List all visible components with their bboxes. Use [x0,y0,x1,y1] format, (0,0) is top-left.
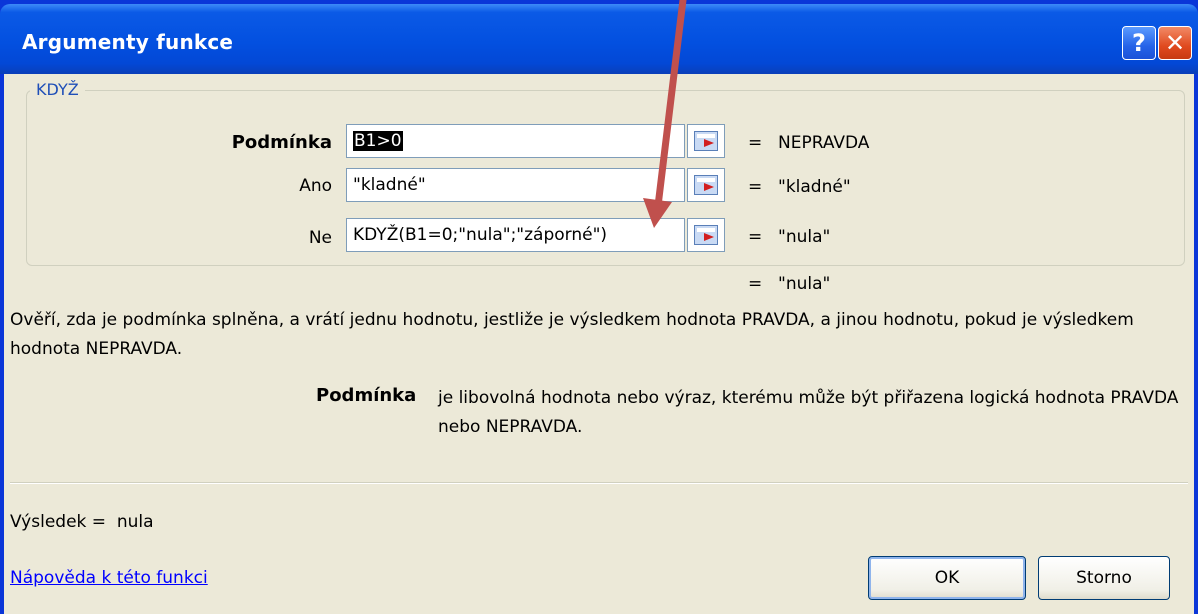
close-icon[interactable]: ✕ [1158,26,1192,60]
collapse-dialog-icon [694,175,718,195]
ne-input[interactable]: KDYŽ(B1=0;"nula";"záporné") [346,218,685,252]
ne-value: KDYŽ(B1=0;"nula";"záporné") [353,225,608,245]
ok-button[interactable]: OK [868,556,1026,600]
function-name: KDYŽ [30,80,85,99]
arg-label-ano: Ano [299,176,332,196]
result-line: Výsledek = nula [10,512,154,532]
podminka-input[interactable]: B1>0 [346,124,685,158]
collapse-dialog-button[interactable] [687,124,725,158]
collapse-dialog-icon [694,131,718,151]
help-icon[interactable]: ? [1122,26,1156,60]
arg-result-ne: = "nula" [748,227,831,247]
formula-result: = "nula" [748,274,831,294]
arg-result-podminka: = NEPRAVDA [748,133,870,153]
ano-value: "kladné" [353,175,426,195]
collapse-dialog-button[interactable] [687,168,725,202]
podminka-value: B1>0 [353,131,403,151]
title-bar[interactable]: Argumenty funkce ? ✕ [0,4,1198,74]
dialog-title: Argumenty funkce [22,30,234,54]
collapse-dialog-icon [694,225,718,245]
ano-input[interactable]: "kladné" [346,168,685,202]
divider [10,482,1188,484]
result-value: nula [116,512,154,532]
result-label: Výsledek = [10,512,107,532]
arg-label-ne: Ne [308,228,332,248]
arg-result-ano: = "kladné" [748,177,851,197]
cancel-button[interactable]: Storno [1038,556,1170,600]
param-help-text: je libovolná hodnota nebo výraz, kterému… [438,388,1179,437]
help-link[interactable]: Nápověda k této funkci [10,568,208,588]
arg-label-podminka: Podmínka [231,132,332,153]
function-description: Ověří, zda je podmínka splněna, a vrátí … [10,310,1134,359]
collapse-dialog-button[interactable] [687,218,725,252]
param-help-name: Podmínka [316,385,417,406]
